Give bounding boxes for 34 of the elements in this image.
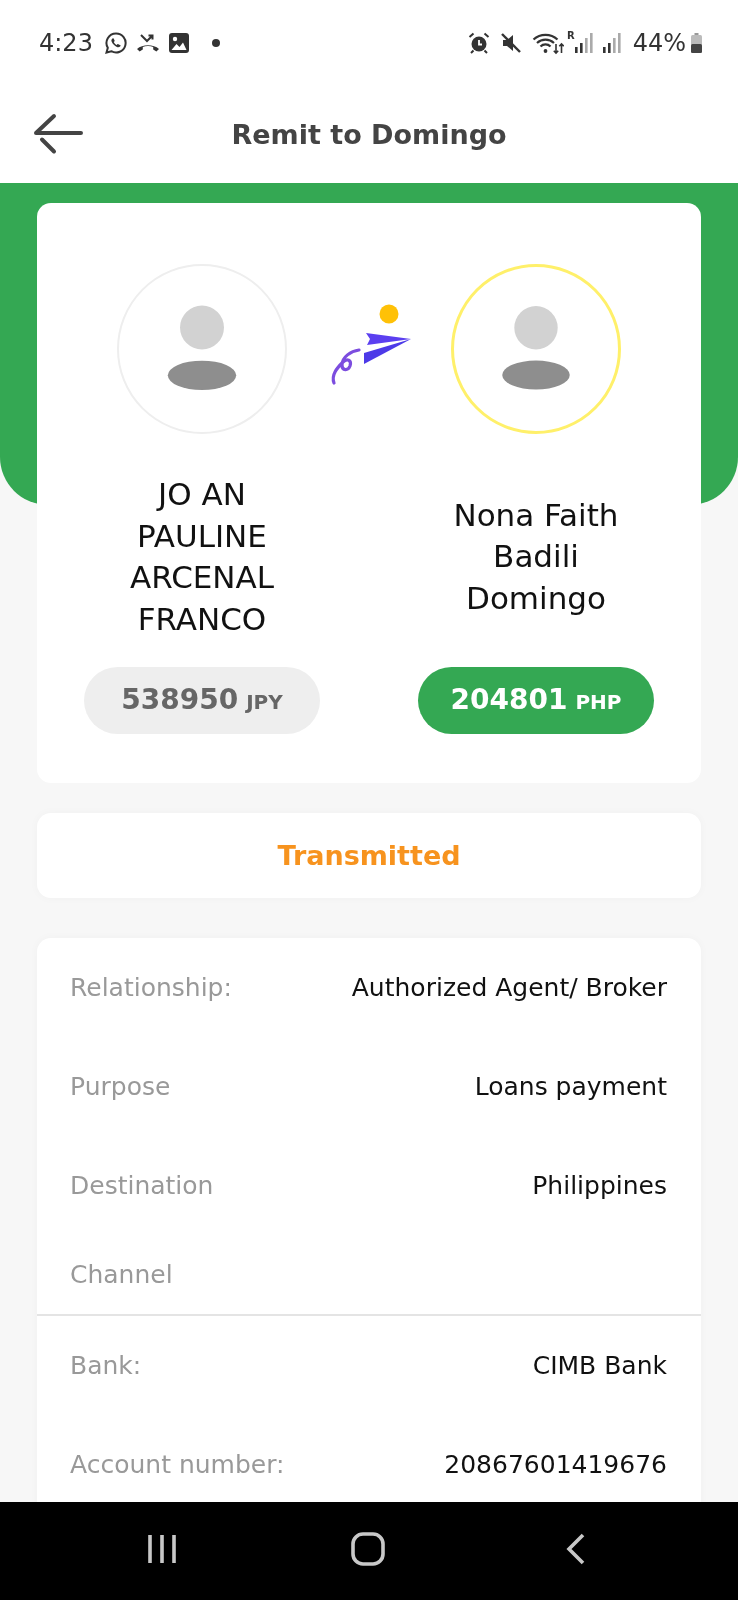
recent-apps-icon[interactable] (147, 1533, 177, 1565)
battery-percentage: 44% (632, 28, 686, 57)
chat-bubble-icon (103, 30, 128, 55)
section-heading: Channel (70, 1260, 173, 1289)
field-label: Bank: (70, 1351, 142, 1380)
back-arrow-icon[interactable] (33, 113, 83, 155)
field-value: 20867601419676 (444, 1450, 667, 1479)
person-name: Nona Faith Badili Domingo (452, 495, 620, 618)
roaming-indicator: R (566, 30, 575, 41)
home-icon[interactable] (351, 1532, 385, 1566)
avatar-icon (117, 264, 287, 434)
image-icon (167, 31, 190, 54)
field-label: Relationship: (70, 973, 232, 1002)
battery-icon (691, 32, 702, 53)
signal-icon (602, 32, 622, 53)
page-title: Remit to Domingo (231, 118, 507, 150)
status-time: 4:23 (39, 28, 93, 57)
notification-dot-icon (211, 38, 220, 47)
field-label: Destination (70, 1171, 214, 1200)
mute-icon (499, 31, 522, 54)
field-value: CIMB Bank (532, 1351, 667, 1380)
field-label: Account number: (70, 1450, 285, 1479)
field-label: Purpose (70, 1072, 171, 1101)
alarm-clock-icon (467, 31, 490, 54)
field-value: Philippines (532, 1171, 667, 1200)
back-icon[interactable] (566, 1533, 586, 1565)
person-name: JO AN PAULINE ARCENAL FRANCO (128, 475, 276, 639)
field-value: Loans payment (474, 1072, 667, 1101)
avatar-icon (451, 264, 621, 434)
transfer-status: Transmitted (277, 840, 461, 871)
field-value: Authorized Agent/ Broker (351, 973, 667, 1002)
amount-badge: 204801 PHP (418, 667, 654, 734)
signal-icon (574, 32, 594, 53)
amount-badge: 538950 JPY (84, 667, 320, 734)
